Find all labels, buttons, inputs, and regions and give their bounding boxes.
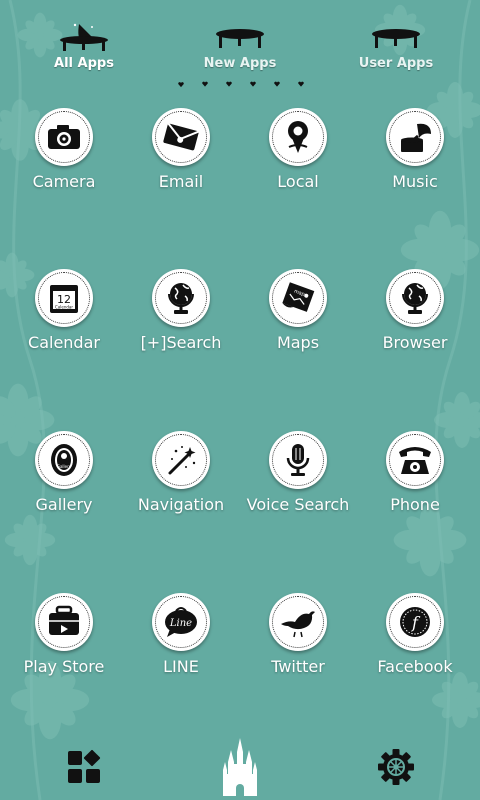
app-label: Facebook [377, 657, 453, 676]
envelope-icon [163, 122, 200, 151]
heart-indicator-icon [274, 81, 280, 87]
apps-grid-button[interactable] [62, 745, 106, 789]
app-gallery[interactable]: Gallery Gallery [9, 431, 119, 561]
tab-all-apps[interactable]: All Apps [19, 0, 149, 80]
app-icon-badge [386, 108, 444, 166]
app-label: Camera [32, 172, 96, 191]
app-label: Email [158, 172, 204, 191]
tab-new-apps[interactable]: New Apps [175, 0, 305, 80]
app-camera[interactable]: Camera [9, 108, 119, 238]
app-label: Maps [276, 333, 320, 352]
app-label: Local [277, 172, 319, 191]
app-maps[interactable]: map Maps [243, 269, 353, 399]
heart-indicator-icon [250, 81, 256, 87]
table-icon [372, 29, 420, 48]
settings-button[interactable] [374, 745, 418, 789]
tab-user-apps[interactable]: User Apps [331, 0, 461, 80]
bubble-caption: Line [169, 618, 192, 629]
app-icon-badge [152, 431, 210, 489]
app-label: Twitter [271, 657, 325, 676]
app-calendar[interactable]: 12 Calendar Calendar [9, 269, 119, 399]
app-music[interactable]: Music [360, 108, 470, 238]
heart-indicator-icon [226, 81, 232, 87]
app-icon-badge [269, 593, 327, 651]
app-local[interactable]: Local [243, 108, 353, 238]
home-castle-button[interactable] [218, 737, 262, 797]
app-label: Browser [382, 333, 448, 352]
speech-bubble-icon: Line [165, 607, 197, 637]
magic-wand-icon [168, 446, 196, 475]
app-search[interactable]: [+]Search [126, 269, 236, 399]
globe-icon [402, 283, 428, 314]
app-icon-badge: f [386, 593, 444, 651]
apps-grid-icon [68, 749, 101, 783]
frame-caption: Gallery [57, 464, 72, 469]
gramophone-icon [401, 123, 431, 152]
microphone-icon [286, 444, 310, 476]
telephone-icon [399, 447, 431, 474]
app-icon-badge: map [269, 269, 327, 327]
app-label: [+]Search [140, 333, 222, 352]
picture-frame-icon: Gallery [51, 444, 77, 476]
app-twitter[interactable]: Twitter [243, 593, 353, 723]
app-icon-badge [386, 431, 444, 489]
app-icon-badge: 12 Calendar [35, 269, 93, 327]
app-navigation[interactable]: Navigation [126, 431, 236, 561]
app-icon-badge [386, 269, 444, 327]
heart-indicator-icon [202, 81, 208, 87]
app-icon-badge [269, 108, 327, 166]
app-facebook[interactable]: f Facebook [360, 593, 470, 723]
table-icon [216, 29, 264, 48]
heart-indicator-icon [298, 81, 304, 87]
app-email[interactable]: Email [126, 108, 236, 238]
app-label: Music [392, 172, 438, 191]
app-label: Phone [390, 495, 440, 514]
app-voice-search[interactable]: Voice Search [243, 431, 353, 561]
app-icon-badge [269, 431, 327, 489]
app-icon-badge [152, 269, 210, 327]
globe-icon [168, 283, 194, 314]
heart-indicator-icon [178, 81, 184, 87]
calendar-icon: 12 Calendar [50, 285, 78, 313]
app-play-store[interactable]: Play Store [9, 593, 119, 723]
app-icon-badge [35, 593, 93, 651]
bag-icon [49, 605, 79, 635]
gear-icon [378, 749, 414, 785]
app-browser[interactable]: Browser [360, 269, 470, 399]
tab-label: New Apps [203, 56, 277, 71]
app-label: Play Store [23, 657, 105, 676]
bird-icon [281, 611, 315, 638]
app-icon-badge [152, 108, 210, 166]
map-pin-icon [288, 121, 308, 153]
app-label: Gallery [35, 495, 93, 514]
castle-icon [223, 738, 257, 796]
app-label: LINE [163, 657, 199, 676]
tab-label: All Apps [54, 56, 114, 71]
camera-icon [48, 125, 80, 149]
dock [0, 735, 480, 800]
tab-label: User Apps [358, 56, 434, 71]
app-label: Calendar [28, 333, 100, 352]
map-icon: map [282, 282, 315, 312]
page-indicator [178, 78, 304, 90]
app-line[interactable]: Line LINE [126, 593, 236, 723]
app-drawer-tabs: All Apps New Apps User Apps [0, 0, 480, 80]
app-icon-badge [35, 108, 93, 166]
letter-f-icon: f [400, 607, 430, 637]
app-label: Navigation [137, 495, 225, 514]
app-icon-badge: Line [152, 593, 210, 651]
app-label: Voice Search [246, 495, 350, 514]
calendar-caption: Calendar [55, 305, 73, 310]
app-icon-badge: Gallery [35, 431, 93, 489]
app-phone[interactable]: Phone [360, 431, 470, 561]
glass-slipper-table-icon [60, 23, 108, 51]
